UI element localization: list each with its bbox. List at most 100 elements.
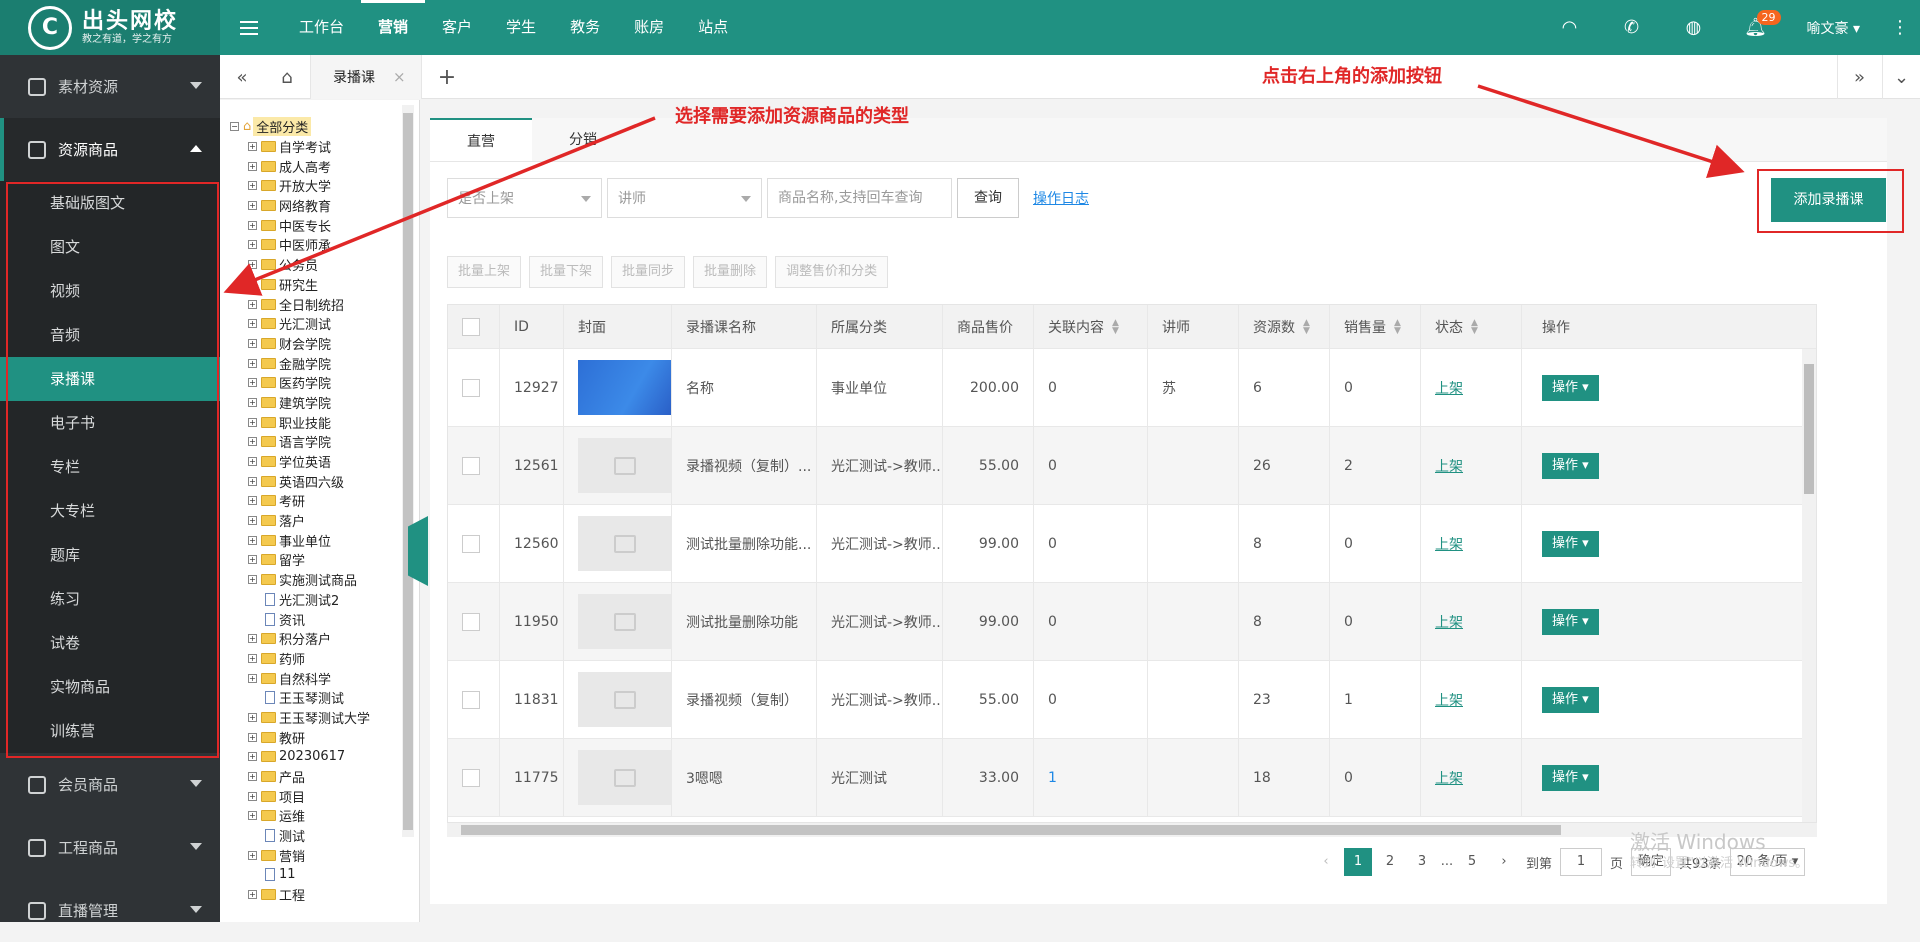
bulk-unpublish-button[interactable]: 批量下架 (529, 256, 604, 288)
tree-node[interactable]: + 工程 (248, 885, 419, 905)
sidebar-group-member-goods[interactable]: 会员商品 (0, 753, 220, 816)
operation-button[interactable]: 操作 ▾ (1542, 608, 1599, 635)
tree-node[interactable]: + 语言学院 (248, 432, 419, 452)
row-checkbox[interactable] (462, 534, 480, 553)
tree-node[interactable]: + 王玉琴测试大学 (248, 708, 419, 728)
teacher-select[interactable]: 讲师 (607, 178, 762, 218)
adjust-price-category-button[interactable]: 调整售价和分类 (775, 256, 889, 288)
collapse-icon[interactable]: − (230, 122, 239, 132)
tree-node[interactable]: + 项目 (248, 786, 419, 806)
table-horizontal-scrollbar[interactable] (447, 823, 1817, 837)
bell-icon[interactable]: 🔔︎ 29 (1725, 0, 1787, 55)
expand-icon[interactable]: + (248, 890, 257, 900)
tree-node[interactable]: + 落户 (248, 511, 419, 531)
expand-icon[interactable]: + (248, 575, 257, 585)
tree-node[interactable]: + 成人高考 (248, 156, 419, 176)
operation-button[interactable]: 操作 ▾ (1542, 374, 1599, 401)
expand-icon[interactable]: + (248, 535, 257, 545)
expand-icon[interactable]: + (248, 201, 257, 211)
next-page-icon[interactable]: › (1490, 848, 1518, 876)
tab-direct[interactable]: 直营 (430, 118, 532, 161)
expand-icon[interactable]: + (248, 220, 257, 230)
tree-root[interactable]: − ⌂ 全部分类 (230, 117, 419, 137)
expand-icon[interactable]: + (248, 673, 257, 683)
tree-node[interactable]: + 建筑学院 (248, 393, 419, 413)
expand-icon[interactable]: + (248, 811, 257, 821)
tree-node[interactable]: + 金融学院 (248, 353, 419, 373)
tree-node[interactable]: 资讯 (248, 609, 419, 629)
topnav-item[interactable]: 账房 (617, 0, 681, 55)
tree-node[interactable]: 光汇测试2 (248, 590, 419, 610)
tree-node[interactable]: + 事业单位 (248, 530, 419, 550)
sort-icon[interactable]: ▲ ▼ (1394, 318, 1401, 335)
sort-icon[interactable]: ▲ ▼ (1303, 318, 1310, 335)
operation-button[interactable]: 操作 ▾ (1542, 764, 1599, 791)
tree-node[interactable]: + 光汇测试 (248, 314, 419, 334)
topnav-item[interactable]: 站点 (681, 0, 745, 55)
col-related[interactable]: 关联内容 ▲ ▼ (1034, 305, 1148, 348)
tree-node[interactable]: + 公务员 (248, 255, 419, 275)
topnav-item[interactable]: 教务 (553, 0, 617, 55)
operation-button[interactable]: 操作 ▾ (1542, 530, 1599, 557)
expand-icon[interactable]: + (248, 240, 257, 250)
close-icon[interactable]: × (393, 68, 406, 86)
expand-icon[interactable]: + (248, 279, 257, 289)
bulk-publish-button[interactable]: 批量上架 (447, 256, 522, 288)
prev-page-icon[interactable]: ‹ (1312, 848, 1340, 876)
tree-node[interactable]: + 全日制统招 (248, 294, 419, 314)
expand-icon[interactable]: + (248, 850, 257, 860)
sort-icon[interactable]: ▲ ▼ (1112, 318, 1119, 335)
expand-icon[interactable]: + (248, 457, 257, 467)
row-checkbox[interactable] (462, 690, 480, 709)
operation-button[interactable]: 操作 ▾ (1542, 452, 1599, 479)
tree-node[interactable]: + 医药学院 (248, 373, 419, 393)
tree-node[interactable]: + 学位英语 (248, 452, 419, 472)
page-5[interactable]: 5 (1458, 848, 1486, 876)
tree-node[interactable]: + 实施测试商品 (248, 570, 419, 590)
tree-node[interactable]: + 网络教育 (248, 196, 419, 216)
expand-icon[interactable]: + (248, 299, 257, 309)
status-link[interactable]: 上架 (1435, 768, 1463, 788)
user-menu[interactable]: 喻文豪 ▾ (1787, 18, 1880, 38)
logo[interactable]: C 出头网校 教之有道，学之有方 (0, 0, 220, 55)
expand-icon[interactable]: + (248, 712, 257, 722)
expand-icon[interactable]: + (248, 476, 257, 486)
page-1[interactable]: 1 (1344, 848, 1372, 876)
status-link[interactable]: 上架 (1435, 378, 1463, 398)
topnav-item-active[interactable]: 营销 (361, 0, 426, 55)
tree-node[interactable]: +20230617 (248, 747, 419, 767)
topnav-item[interactable]: 客户 (425, 0, 489, 55)
expand-icon[interactable]: + (248, 791, 257, 801)
more-icon[interactable]: ⋮ (1880, 0, 1920, 55)
add-tab-icon[interactable]: + (425, 55, 469, 99)
expand-icon[interactable]: + (248, 772, 257, 782)
chevron-down-icon[interactable]: ⌄ (1882, 55, 1920, 99)
tree-node[interactable]: + 中医师承 (248, 235, 419, 255)
expand-icon[interactable]: + (248, 161, 257, 171)
select-all-checkbox[interactable] (462, 317, 480, 336)
tree-node[interactable]: + 产品 (248, 767, 419, 787)
tree-node[interactable]: 测试 (248, 826, 419, 846)
row-checkbox[interactable] (462, 612, 480, 631)
operation-button[interactable]: 操作 ▾ (1542, 686, 1599, 713)
tree-node[interactable]: + 留学 (248, 550, 419, 570)
topnav-item[interactable]: 学生 (489, 0, 553, 55)
expand-right-icon[interactable]: » (1837, 55, 1881, 99)
expand-icon[interactable]: + (248, 378, 257, 388)
tree-node[interactable]: + 教研 (248, 727, 419, 747)
operation-log-link[interactable]: 操作日志 (1033, 188, 1089, 208)
sidebar-group-material[interactable]: 素材资源 (0, 55, 220, 118)
tree-node[interactable]: + 考研 (248, 491, 419, 511)
tree-node[interactable]: + 英语四六级 (248, 471, 419, 491)
row-checkbox[interactable] (462, 378, 480, 397)
expand-icon[interactable]: + (248, 142, 257, 152)
page-2[interactable]: 2 (1376, 848, 1404, 876)
query-button[interactable]: 查询 (957, 178, 1019, 218)
tree-node[interactable]: + 自然科学 (248, 668, 419, 688)
status-link[interactable]: 上架 (1435, 612, 1463, 632)
expand-icon[interactable]: + (248, 358, 257, 368)
phone-icon[interactable]: ✆ (1601, 0, 1663, 55)
tree-node[interactable]: + 积分落户 (248, 629, 419, 649)
page-3[interactable]: 3 (1408, 848, 1436, 876)
col-resources[interactable]: 资源数 ▲ ▼ (1239, 305, 1330, 348)
